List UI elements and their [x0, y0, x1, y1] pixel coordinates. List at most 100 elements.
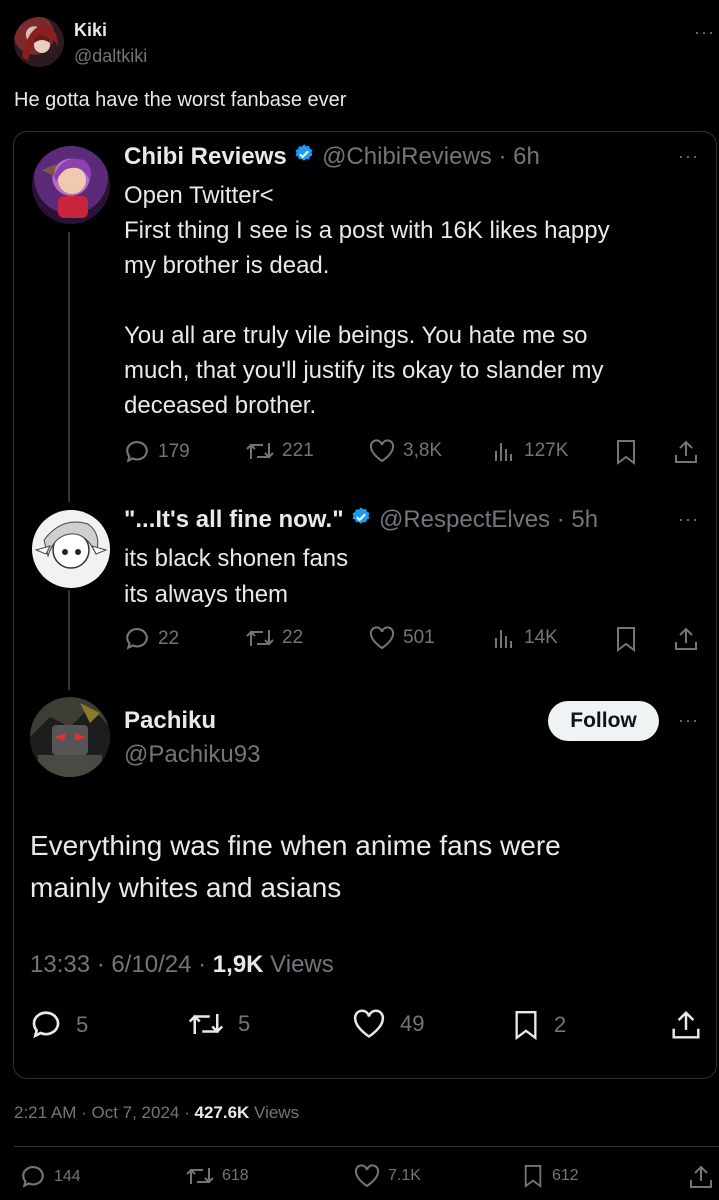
chibi-line: First thing I see is a post with 16K lik… — [124, 217, 610, 244]
pachiku-views-count: 1,9K — [212, 951, 264, 978]
chibi-name-row: Chibi Reviews @ChibiReviews · 6h — [124, 143, 540, 172]
pachiku-line: mainly whites and asians — [30, 872, 342, 903]
pachiku-timestamp[interactable]: 13:33 · 6/10/24 · — [30, 951, 213, 978]
share-icon[interactable] — [688, 1164, 714, 1190]
pachiku-reply-count: 5 — [76, 1012, 89, 1037]
outer-like-count: 7.1K — [388, 1167, 421, 1184]
like-icon — [354, 1164, 380, 1188]
chibi-reviews-avatar[interactable] — [32, 146, 110, 224]
respectelves-retweet-button[interactable]: 22 — [246, 626, 303, 650]
follow-button[interactable]: Follow — [548, 701, 659, 741]
reply-icon — [20, 1164, 46, 1190]
chibi-more-icon[interactable]: ··· — [678, 146, 699, 167]
respectelves-more-icon[interactable]: ··· — [678, 509, 699, 530]
thread-connector — [68, 590, 70, 690]
respectelves-views-button[interactable]: 14K — [492, 626, 558, 650]
chibi-tweet-body: Open Twitter< First thing I see is a pos… — [124, 178, 610, 423]
chibi-line: You all are truly vile beings. You hate … — [124, 322, 588, 349]
respectelves-line: its always them — [124, 581, 289, 608]
outer-handle[interactable]: @daltkiki — [74, 46, 147, 67]
views-icon — [492, 439, 516, 463]
chibi-line: much, that you'll justify its okay to sl… — [124, 357, 604, 384]
outer-retweet-count: 618 — [222, 1167, 249, 1184]
verified-badge-icon — [350, 506, 372, 535]
share-icon[interactable] — [673, 626, 699, 652]
outer-bookmark-button[interactable]: 612 — [522, 1164, 579, 1188]
outer-views-count: 427.6K — [194, 1103, 250, 1122]
chibi-retweet-button[interactable]: 221 — [246, 439, 314, 463]
like-icon — [369, 626, 395, 650]
respectelves-handle-time[interactable]: @RespectElves · 5h — [379, 506, 598, 533]
chibi-reply-count: 179 — [158, 441, 190, 462]
outer-meta: 2:21 AM · Oct 7, 2024 · 427.6K Views — [14, 1103, 299, 1123]
outer-reply-button[interactable]: 144 — [20, 1164, 81, 1190]
respectelves-views-count: 14K — [524, 627, 558, 648]
outer-display-name[interactable]: Kiki — [74, 20, 107, 41]
pachiku-retweet-button[interactable]: 5 — [188, 1009, 250, 1039]
chibi-line: my brother is dead. — [124, 252, 330, 279]
outer-more-icon[interactable]: ··· — [694, 22, 715, 43]
retweet-icon — [246, 439, 274, 463]
respectelves-reply-count: 22 — [158, 628, 180, 649]
respectelves-like-count: 501 — [403, 627, 435, 648]
pachiku-avatar[interactable] — [30, 697, 110, 777]
retweet-icon — [186, 1164, 214, 1188]
respectelves-name-row: "...It's all fine now." @RespectElves · … — [124, 506, 598, 535]
like-icon — [352, 1009, 386, 1039]
avatar-art — [30, 703, 110, 777]
respectelves-display-name[interactable]: "...It's all fine now." — [124, 506, 344, 533]
pachiku-handle[interactable]: @Pachiku93 — [124, 741, 260, 769]
avatar-art — [34, 521, 108, 569]
chibi-line — [124, 283, 610, 318]
reply-icon — [30, 1009, 62, 1041]
outer-retweet-button[interactable]: 618 — [186, 1164, 249, 1188]
pachiku-like-button[interactable]: 49 — [352, 1009, 424, 1039]
share-icon[interactable] — [673, 439, 699, 465]
retweet-icon — [188, 1009, 224, 1039]
pachiku-meta: 13:33 · 6/10/24 · 1,9K Views — [30, 951, 334, 979]
respectelves-retweet-count: 22 — [282, 627, 304, 648]
pachiku-like-count: 49 — [400, 1011, 425, 1036]
chibi-reply-button[interactable]: 179 — [124, 439, 190, 465]
pachiku-bookmark-button[interactable]: 2 — [512, 1009, 566, 1041]
respectelves-avatar[interactable] — [32, 510, 110, 588]
views-icon — [492, 626, 516, 650]
pachiku-line: Everything was fine when anime fans were — [30, 830, 561, 861]
outer-reply-count: 144 — [54, 1168, 81, 1185]
pachiku-bookmark-count: 2 — [554, 1012, 567, 1037]
bookmark-icon[interactable] — [614, 439, 638, 465]
outer-bookmark-count: 612 — [552, 1167, 579, 1184]
chibi-handle-time[interactable]: @ChibiReviews · 6h — [322, 143, 540, 170]
pachiku-more-icon[interactable]: ··· — [678, 710, 699, 731]
pachiku-retweet-count: 5 — [238, 1011, 251, 1036]
outer-timestamp[interactable]: 2:21 AM · Oct 7, 2024 · — [14, 1103, 194, 1122]
kiki-avatar[interactable] — [14, 17, 64, 67]
chibi-views-count: 127K — [524, 440, 569, 461]
chibi-line: deceased brother. — [124, 392, 317, 419]
avatar-art — [22, 25, 58, 61]
divider — [14, 1146, 719, 1147]
avatar-art — [42, 158, 92, 218]
thread-connector — [68, 232, 70, 502]
bookmark-icon[interactable] — [614, 626, 638, 652]
chibi-retweet-count: 221 — [282, 440, 314, 461]
bookmark-icon — [522, 1164, 544, 1188]
respectelves-reply-button[interactable]: 22 — [124, 626, 179, 652]
chibi-views-button[interactable]: 127K — [492, 439, 568, 463]
bookmark-icon — [512, 1009, 540, 1041]
reply-icon — [124, 439, 150, 465]
respectelves-tweet-body: its black shonen fans its always them — [124, 541, 348, 613]
outer-like-button[interactable]: 7.1K — [354, 1164, 421, 1188]
chibi-like-button[interactable]: 3,8K — [369, 439, 442, 463]
outer-views-label: Views — [249, 1103, 300, 1122]
respectelves-like-button[interactable]: 501 — [369, 626, 435, 650]
chibi-like-count: 3,8K — [403, 440, 443, 461]
reply-icon — [124, 626, 150, 652]
pachiku-reply-button[interactable]: 5 — [30, 1009, 88, 1041]
respectelves-line: its black shonen fans — [124, 545, 349, 572]
pachiku-display-name[interactable]: Pachiku — [124, 707, 216, 735]
share-icon[interactable] — [670, 1009, 702, 1041]
pachiku-tweet-body: Everything was fine when anime fans were… — [30, 825, 561, 909]
chibi-display-name[interactable]: Chibi Reviews — [124, 143, 287, 170]
pachiku-views-label: Views — [263, 951, 334, 978]
